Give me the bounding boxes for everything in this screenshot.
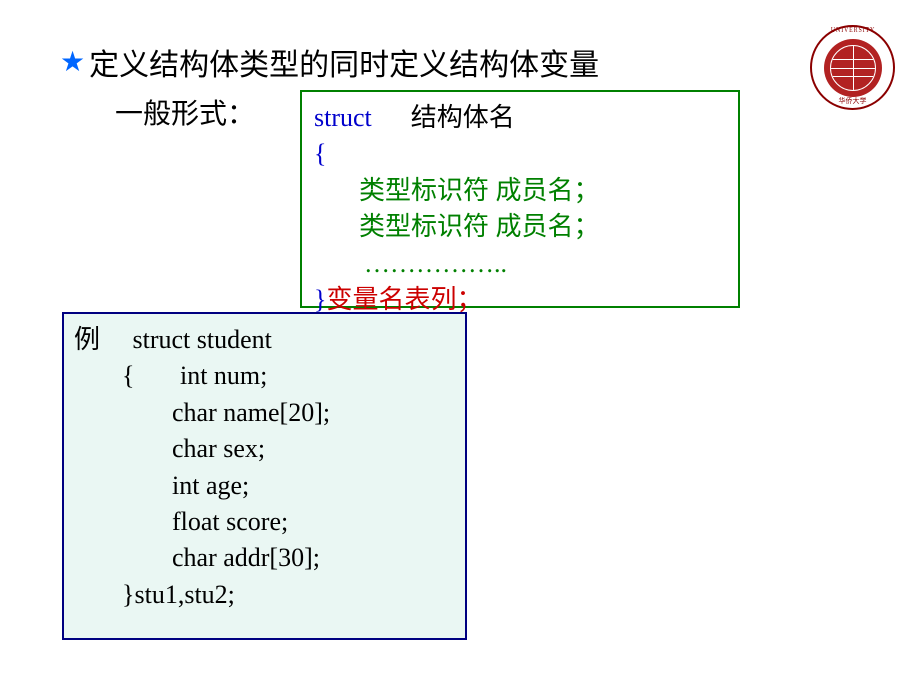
- university-logo: UNIVERSITY 华侨大学: [810, 25, 895, 110]
- logo-globe-icon: [830, 45, 876, 91]
- struct-declaration: struct student: [133, 325, 272, 354]
- variable-list: 变量名表列；: [326, 285, 482, 314]
- spacer: [378, 103, 404, 132]
- member-line-2: 类型标识符 成员名；: [359, 209, 726, 245]
- field-int-num: int num;: [180, 361, 267, 390]
- spacer: [107, 325, 127, 354]
- logo-outer-ring: UNIVERSITY 华侨大学: [810, 25, 895, 110]
- example-line-2: { int num;: [122, 358, 455, 394]
- field-char-addr: char addr[30];: [172, 540, 455, 576]
- star-bullet-icon: ★: [60, 45, 85, 79]
- logo-top-text: UNIVERSITY: [830, 26, 874, 34]
- open-brace: {: [314, 136, 726, 172]
- slide-content: UNIVERSITY 华侨大学 ★ 定义结构体类型的同时定义结构体变量 一般形式…: [0, 0, 920, 690]
- struct-name-placeholder: 结构体名: [411, 103, 515, 132]
- field-float-score: float score;: [172, 504, 455, 540]
- example-line-1: 例 struct student: [74, 322, 455, 358]
- field-int-age: int age;: [172, 468, 455, 504]
- logo-bottom-text: 华侨大学: [839, 96, 867, 106]
- struct-keyword: struct: [314, 103, 372, 132]
- ellipsis: ……………..: [364, 246, 726, 282]
- logo-inner-circle: [824, 39, 882, 97]
- close-brace: }: [314, 285, 326, 314]
- field-char-name: char name[20];: [172, 395, 455, 431]
- slide-title: 定义结构体类型的同时定义结构体变量: [89, 40, 599, 84]
- member-line-1: 类型标识符 成员名；: [359, 173, 726, 209]
- spacer: [141, 361, 174, 390]
- open-brace-example: {: [122, 361, 134, 390]
- syntax-definition-box: struct 结构体名 { 类型标识符 成员名； 类型标识符 成员名； ……………: [300, 90, 740, 308]
- globe-line: [853, 46, 854, 90]
- example-label: 例: [74, 325, 100, 354]
- close-and-vars: }stu1,stu2;: [122, 577, 455, 613]
- title-row: ★ 定义结构体类型的同时定义结构体变量: [60, 40, 860, 84]
- example-code-box: 例 struct student { int num; char name[20…: [62, 312, 467, 640]
- syntax-line-1: struct 结构体名: [314, 100, 726, 136]
- field-char-sex: char sex;: [172, 431, 455, 467]
